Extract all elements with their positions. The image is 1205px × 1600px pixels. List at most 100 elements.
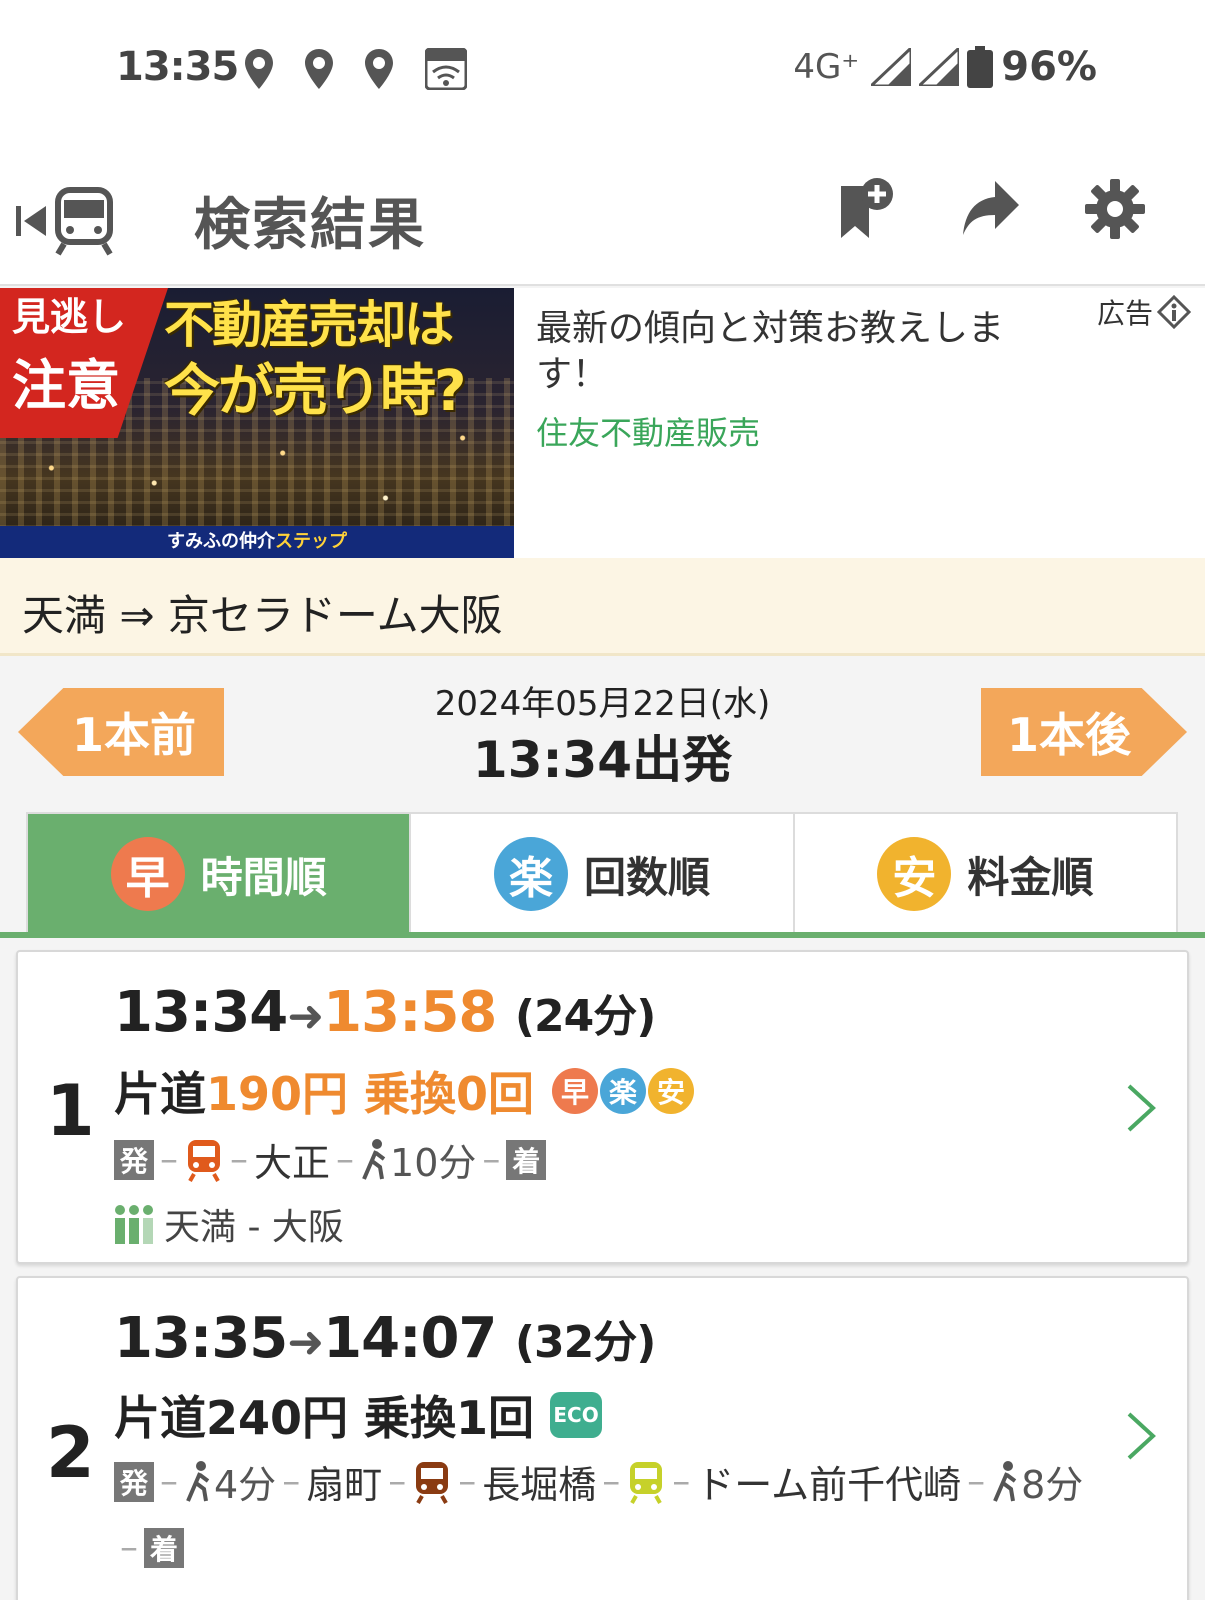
line-info-text: 天満 - 大阪 [164, 1207, 344, 1248]
network-type: 4G⁺ [793, 47, 860, 87]
ad-image-text-caution: 注意 [12, 353, 120, 417]
ad-footer-brand: すみふの仲介 [167, 531, 275, 552]
tab-label: 回数順 [583, 852, 710, 902]
result-times: 13:35➜14:07 (32分) [114, 1306, 656, 1371]
app-bar: 検索結果 [0, 140, 1205, 286]
transfer-count: 乗換0回 [364, 1067, 535, 1121]
cheap-badge-icon: 安 [648, 1068, 695, 1114]
station-name: 大正 [254, 1141, 331, 1185]
location-icon [245, 49, 273, 89]
ad-image-text-miss: 見逃し [12, 294, 127, 339]
station-name: 扇町 [306, 1463, 383, 1507]
easy-badge-icon: 楽 [600, 1068, 647, 1114]
result-path: 発 – 4分 – 扇町 – – 長堀橋 – – ドーム前千代崎 – 8分 – 着 [114, 1454, 1104, 1568]
result-rank: 2 [46, 1412, 95, 1494]
eco-badge: ECO [550, 1392, 603, 1438]
tab-sort-fare[interactable]: 安 料金順 [795, 814, 1176, 934]
au-wifi-icon [425, 48, 467, 90]
ad-image-footer: すみふの仲介ステップ [0, 526, 514, 558]
walk-icon [186, 1460, 210, 1502]
status-time: 13:35 [116, 44, 239, 90]
fare-prefix: 片道 [114, 1067, 206, 1121]
train-icon [188, 1139, 220, 1182]
ad-footer-step: ステップ [275, 531, 347, 552]
fast-badge-icon: 早 [552, 1068, 599, 1114]
ad-text[interactable]: 最新の傾向と対策お教えします！ [536, 306, 1056, 398]
tab-label: 料金順 [967, 852, 1094, 902]
arrive-time: 13:58 [323, 980, 497, 1045]
sort-tabs: 早 時間順 楽 回数順 安 料金順 [26, 812, 1178, 934]
bookmark-add-icon[interactable] [835, 176, 897, 242]
ad-label-text: 広告 [1096, 297, 1153, 330]
result-times: 13:34➜13:58 (24分) [114, 980, 656, 1045]
ad-label[interactable]: 広告 [1097, 292, 1191, 332]
walk-time: 10分 [390, 1141, 477, 1185]
battery-percent: 96% [1001, 44, 1097, 90]
route-result-card[interactable]: 2 13:35➜14:07 (32分) 片道 240円 乗換1回 ECO 発 – … [16, 1276, 1189, 1600]
status-notification-icons [245, 48, 467, 90]
status-right: 4G⁺ 96% [793, 44, 1097, 90]
route-text: 天満 ⇒ 京セラドーム大阪 [22, 591, 503, 640]
walk-time: 8分 [1021, 1463, 1084, 1507]
duration: (24分) [514, 991, 656, 1042]
easy-badge-icon: 楽 [493, 837, 568, 911]
signal-icon [919, 48, 960, 86]
depart-marker: 発 [114, 1461, 154, 1502]
tab-label: 時間順 [200, 852, 327, 902]
result-fare: 片道 190円 乗換0回 早 楽 安 [114, 1058, 695, 1124]
fare-amount: 240円 [206, 1391, 349, 1445]
arrive-marker: 着 [506, 1139, 547, 1180]
gear-icon[interactable] [1085, 179, 1145, 239]
fast-badge-icon: 早 [110, 837, 185, 911]
duration: (32分) [514, 1317, 656, 1368]
ad-info-icon [1157, 295, 1191, 329]
location-icon [365, 49, 393, 89]
depart-time: 13:34 [114, 980, 288, 1045]
crowd-icon [115, 1205, 153, 1244]
depart-time: 13:35 [114, 1306, 288, 1371]
tab-sort-transfers[interactable]: 楽 回数順 [411, 814, 795, 934]
next-train-label: 1本後 [1007, 708, 1132, 762]
fare-prefix: 片道 [114, 1391, 206, 1445]
walk-icon [362, 1138, 386, 1180]
ad-image[interactable]: 見逃し 注意 不動産売却は 今が売り時? すみふの仲介ステップ [0, 288, 514, 558]
result-path: 発 – – 大正 – 10分 – 着 [114, 1132, 1104, 1187]
ad-sponsor[interactable]: 住友不動産販売 [536, 408, 760, 454]
app-actions [835, 176, 1145, 242]
signal-icon [871, 48, 912, 86]
ad-image-headline-1: 不動産売却は [164, 296, 454, 354]
walk-icon [993, 1460, 1017, 1502]
arrive-time: 14:07 [323, 1306, 497, 1371]
station-name: 長堀橋 [482, 1463, 597, 1507]
share-icon[interactable] [961, 181, 1021, 237]
route-result-card[interactable]: 1 13:34➜13:58 (24分) 片道 190円 乗換0回 早 楽 安 発 … [16, 950, 1189, 1264]
ad-banner[interactable]: 見逃し 注意 不動産売却は 今が売り時? すみふの仲介ステップ 最新の傾向と対策… [0, 288, 1205, 558]
back-to-top-button[interactable] [16, 186, 116, 260]
chevron-right-icon[interactable] [1125, 1082, 1157, 1134]
transfer-count: 乗換1回 [364, 1391, 535, 1445]
arrow-right-icon: ➜ [287, 991, 324, 1042]
battery-icon [967, 46, 994, 88]
result-rank: 1 [46, 1070, 95, 1152]
page-title: 検索結果 [194, 193, 426, 258]
arrive-marker: 着 [144, 1527, 184, 1568]
subway-icon [416, 1461, 449, 1504]
station-name: ドーム前千代崎 [696, 1463, 962, 1507]
ad-image-headline-2: 今が売り時? [164, 359, 466, 424]
route-header: 天満 ⇒ 京セラドーム大阪 [0, 558, 1205, 656]
tabs-underline [0, 932, 1205, 938]
tab-sort-time[interactable]: 早 時間順 [28, 814, 412, 934]
cheap-badge-icon: 安 [877, 837, 952, 911]
depart-marker: 発 [114, 1139, 154, 1180]
date-navigation: 1本前 2024年05月22日(水) 13:34出発 1本後 [0, 656, 1205, 812]
result-fare: 片道 240円 乗換1回 ECO [114, 1382, 603, 1448]
subway-icon [630, 1461, 663, 1504]
status-bar: 13:35 4G⁺ 96% [0, 0, 1205, 140]
arrow-right-icon: ➜ [287, 1317, 324, 1368]
fare-amount: 190円 [206, 1067, 349, 1121]
result-line-info: 天満 - 大阪 [114, 1198, 344, 1250]
walk-time: 4分 [214, 1463, 277, 1507]
train-home-icon [16, 187, 113, 256]
location-icon [305, 49, 333, 89]
chevron-right-icon[interactable] [1125, 1410, 1157, 1462]
